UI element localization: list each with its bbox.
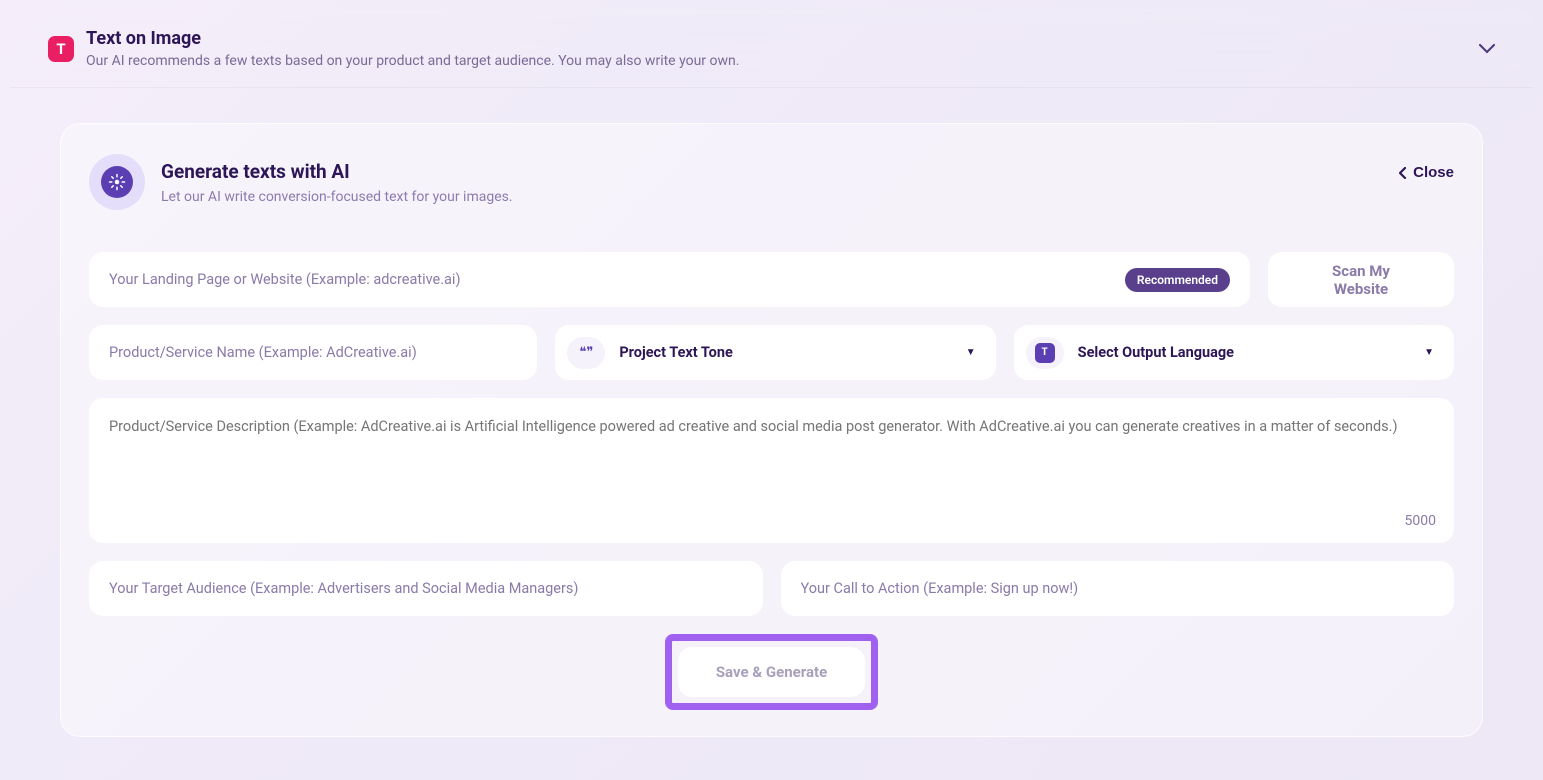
- header-subtitle: Our AI recommends a few texts based on y…: [86, 53, 739, 69]
- tone-icon: ❝❞: [567, 337, 605, 369]
- save-generate-button[interactable]: Save & Generate: [678, 647, 865, 697]
- description-wrap: 5000: [89, 398, 1454, 543]
- cta-wrap: [781, 561, 1455, 616]
- text-on-image-icon: T: [48, 36, 74, 62]
- language-label: Select Output Language: [1078, 344, 1410, 361]
- audience-input[interactable]: [109, 580, 743, 597]
- close-label: Close: [1413, 164, 1454, 181]
- save-button-highlight: Save & Generate: [665, 634, 878, 710]
- language-icon: T: [1026, 337, 1064, 369]
- caret-down-icon: ▼: [1424, 347, 1434, 358]
- cta-input[interactable]: [801, 580, 1435, 597]
- audience-wrap: [89, 561, 763, 616]
- recommended-badge: Recommended: [1125, 268, 1230, 292]
- scan-website-button[interactable]: Scan My Website: [1268, 252, 1454, 307]
- header-left: T Text on Image Our AI recommends a few …: [48, 28, 739, 69]
- product-name-wrap: [89, 325, 537, 380]
- url-field-wrap: Recommended: [89, 252, 1250, 307]
- char-count: 5000: [1405, 513, 1436, 529]
- header-text-block: Text on Image Our AI recommends a few te…: [86, 28, 739, 69]
- section-header: T Text on Image Our AI recommends a few …: [10, 10, 1533, 88]
- collapse-chevron-icon[interactable]: [1471, 31, 1503, 66]
- close-button[interactable]: Close: [1399, 154, 1454, 181]
- generate-panel: Generate texts with AI Let our AI write …: [60, 123, 1483, 737]
- language-select[interactable]: T Select Output Language ▼: [1014, 325, 1454, 380]
- tone-label: Project Text Tone: [619, 344, 951, 361]
- product-name-input[interactable]: [109, 344, 517, 361]
- header-title: Text on Image: [86, 28, 739, 49]
- ai-icon: [89, 154, 145, 210]
- panel-title: Generate texts with AI: [161, 160, 513, 183]
- url-input[interactable]: [109, 271, 1115, 288]
- description-input[interactable]: [109, 418, 1434, 508]
- chevron-left-icon: [1399, 167, 1407, 179]
- panel-subtitle: Let our AI write conversion-focused text…: [161, 189, 513, 205]
- tone-select[interactable]: ❝❞ Project Text Tone ▼: [555, 325, 995, 380]
- caret-down-icon: ▼: [966, 347, 976, 358]
